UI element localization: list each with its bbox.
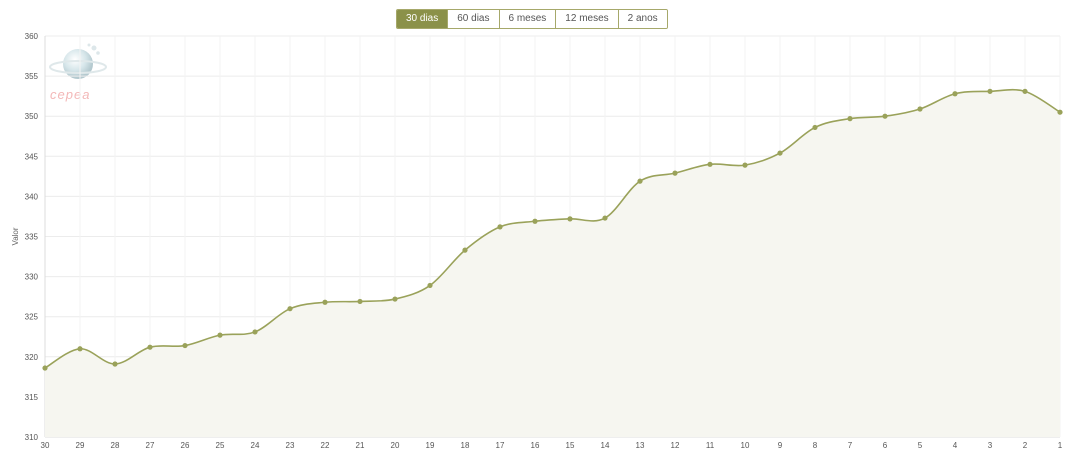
x-tick-label: 3 xyxy=(988,441,993,450)
x-tick-label: 27 xyxy=(146,441,155,450)
data-point-7 xyxy=(847,116,853,122)
x-tick-label: 28 xyxy=(111,441,120,450)
x-tick-label: 8 xyxy=(813,441,818,450)
data-point-22 xyxy=(322,299,328,305)
data-point-1 xyxy=(1057,109,1063,115)
data-point-3 xyxy=(987,88,993,94)
x-tick-label: 26 xyxy=(181,441,190,450)
price-chart: 31031532032533033534034535035536030 29 28 2… xyxy=(11,32,1063,450)
data-point-10 xyxy=(742,162,748,168)
series-area xyxy=(45,89,1060,437)
data-point-13 xyxy=(637,178,643,184)
y-axis-title: Valor xyxy=(11,227,20,245)
x-tick-label: 2 xyxy=(1023,441,1028,450)
data-point-2 xyxy=(1022,88,1028,94)
x-tick-label: 4 xyxy=(953,441,958,450)
data-point-20 xyxy=(392,296,398,302)
data-point-26 xyxy=(182,342,188,349)
data-point-29 xyxy=(77,346,83,352)
data-point-5 xyxy=(917,106,923,112)
data-point-30 xyxy=(42,365,48,371)
data-point-24 xyxy=(252,329,258,335)
x-tick-label: 24 xyxy=(251,441,260,450)
data-point-14 xyxy=(602,215,608,221)
x-tick-label: 14 xyxy=(601,441,610,450)
x-tick-label: 11 xyxy=(706,441,715,450)
data-point-27 xyxy=(147,344,153,350)
data-point-12 xyxy=(672,170,678,176)
x-tick-label: 6 xyxy=(883,441,888,450)
x-tick-label: 29 xyxy=(76,441,85,450)
y-tick-label: 360 xyxy=(25,32,39,41)
y-tick-label: 355 xyxy=(25,72,39,81)
data-point-25 xyxy=(217,332,223,338)
y-tick-label: 335 xyxy=(25,233,39,242)
x-tick-label: 12 xyxy=(671,441,680,450)
data-point-28 xyxy=(112,361,118,367)
x-tick-label: 9 xyxy=(778,441,783,450)
data-point-11 xyxy=(707,161,713,167)
data-point-21 xyxy=(357,298,363,305)
y-tick-label: 350 xyxy=(25,112,39,121)
data-point-4 xyxy=(952,91,958,97)
x-tick-label: 21 xyxy=(356,441,365,450)
x-tick-label: 30 xyxy=(41,441,50,450)
data-point-9 xyxy=(777,150,783,156)
x-tick-label: 5 xyxy=(918,441,923,450)
x-tick-label: 20 xyxy=(391,441,400,450)
data-point-23 xyxy=(287,306,293,312)
x-tick-label: 16 xyxy=(531,441,540,450)
x-tick-label: 22 xyxy=(321,441,330,450)
data-point-8 xyxy=(812,124,818,131)
x-tick-label: 7 xyxy=(848,441,853,450)
y-tick-label: 310 xyxy=(25,433,39,442)
data-point-16 xyxy=(532,218,538,224)
x-tick-label: 13 xyxy=(636,441,645,450)
x-tick-label: 17 xyxy=(496,441,505,450)
data-point-19 xyxy=(427,282,433,289)
x-tick-label: 25 xyxy=(216,441,225,450)
x-tick-label: 23 xyxy=(286,441,295,450)
data-point-18 xyxy=(462,247,468,253)
data-point-17 xyxy=(497,224,503,230)
x-tick-label: 1 xyxy=(1058,441,1063,450)
x-tick-label: 19 xyxy=(426,441,435,450)
x-tick-label: 15 xyxy=(566,441,575,450)
y-tick-label: 345 xyxy=(25,152,39,161)
data-point-6 xyxy=(882,113,888,119)
y-tick-label: 330 xyxy=(25,273,39,282)
y-tick-label: 340 xyxy=(25,192,39,201)
y-tick-label: 315 xyxy=(25,393,39,402)
data-point-15 xyxy=(567,216,573,222)
x-tick-label: 18 xyxy=(461,441,470,450)
x-tick-label: 10 xyxy=(741,441,750,450)
y-tick-label: 325 xyxy=(25,313,39,322)
y-tick-label: 320 xyxy=(25,353,39,362)
